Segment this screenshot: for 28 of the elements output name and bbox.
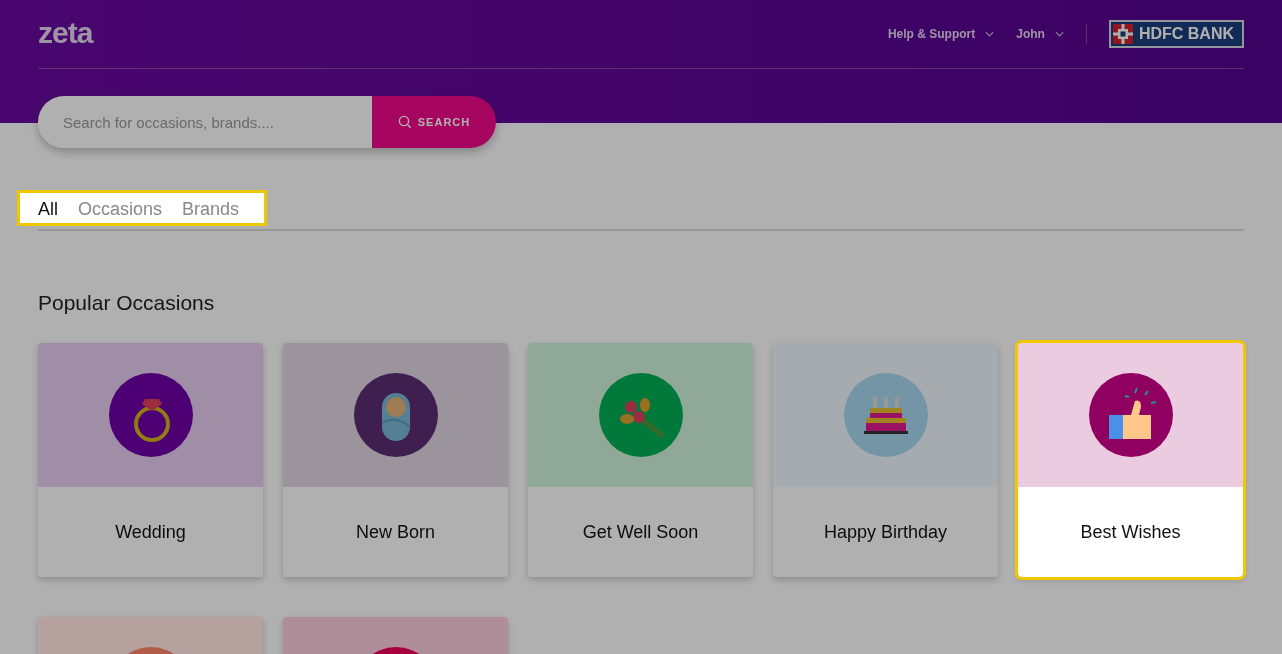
occasion-card[interactable]: New Born [283, 343, 508, 577]
search-icon [397, 115, 412, 129]
tab[interactable]: Occasions [78, 199, 174, 220]
occasion-card[interactable]: Get Well Soon [528, 343, 753, 577]
nav-dropdown[interactable]: Help & Support [887, 27, 995, 41]
logo[interactable]: zeta [38, 16, 93, 50]
bouquet-icon [598, 373, 683, 457]
ring-icon [108, 373, 193, 457]
occasion-card[interactable]: Wedding [38, 343, 263, 577]
card-label: Happy Birthday [823, 521, 948, 543]
chevron-icon [985, 31, 995, 37]
occasion-card[interactable]: Happy Birthday [773, 343, 998, 577]
section-title: Popular Occasions [38, 291, 216, 315]
search-field[interactable]: Search for occasions, brands.... [38, 96, 372, 148]
bank-name: HDFC BANK [1138, 25, 1234, 43]
card-label: Get Well Soon [582, 521, 699, 543]
card-label: Wedding [115, 521, 186, 543]
baby-icon [353, 373, 438, 457]
nav-dropdown[interactable]: John [1016, 27, 1064, 41]
thumbs-up-icon [1088, 373, 1173, 457]
occasion-card[interactable]: Best Wishes [1018, 343, 1243, 577]
tab[interactable]: Brands [182, 199, 251, 220]
cake-icon [843, 373, 928, 457]
card-label: Best Wishes [1080, 521, 1181, 543]
tab[interactable]: All [38, 199, 69, 220]
card-label: New Born [356, 521, 435, 543]
bank-mark-icon [1112, 24, 1133, 44]
chevron-icon [1054, 31, 1064, 37]
